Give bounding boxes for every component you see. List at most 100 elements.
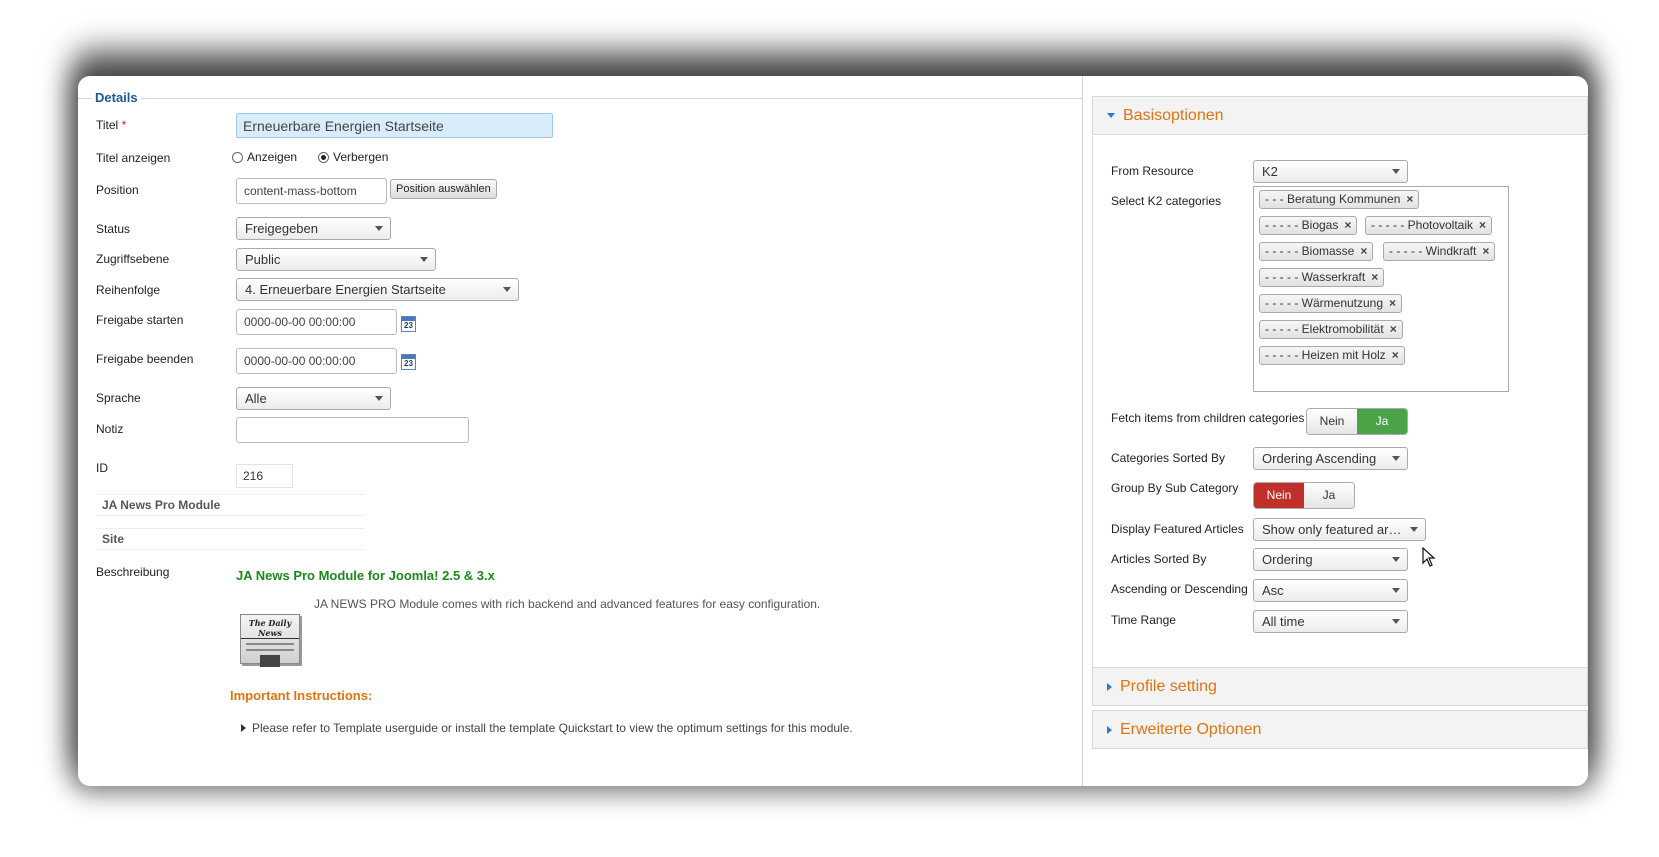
category-chip[interactable]: - - - - - Photovoltaik ×: [1365, 216, 1493, 235]
k2-categories-multiselect[interactable]: - - - Beratung Kommunen × - - - - - Bioga…: [1253, 186, 1509, 392]
status-select[interactable]: Freigegeben: [236, 217, 391, 240]
access-label: Zugriffsebene: [96, 252, 170, 266]
group-by-toggle[interactable]: Nein Ja: [1253, 482, 1355, 509]
show-title-label: Titel anzeigen: [96, 151, 171, 165]
note-label: Notiz: [96, 422, 124, 436]
mouse-pointer-icon: [1422, 547, 1436, 567]
categories-sorted-label: Categories Sorted By: [1111, 451, 1226, 465]
select-position-button[interactable]: Position auswählen: [390, 179, 497, 199]
close-icon[interactable]: ×: [1482, 243, 1489, 260]
chevron-down-icon: [503, 287, 511, 292]
close-icon[interactable]: ×: [1390, 321, 1397, 338]
description-text: JA NEWS PRO Module comes with rich backe…: [314, 597, 821, 611]
category-chip[interactable]: - - - - - Biomasse ×: [1259, 242, 1374, 261]
chevron-down-icon: [375, 226, 383, 231]
chevron-down-icon: [1392, 619, 1400, 624]
toggle-yes[interactable]: Ja: [1304, 483, 1354, 508]
category-chip[interactable]: - - - - - Elektromobilität ×: [1259, 320, 1403, 339]
options-panel: Basisoptionen From Resource K2 Select K2…: [1092, 76, 1588, 786]
calendar-icon[interactable]: 23: [401, 354, 416, 370]
show-title-radio-hide[interactable]: Verbergen: [318, 150, 388, 164]
instruction-item: Please refer to Template userguide or in…: [241, 721, 853, 735]
note-input[interactable]: [236, 417, 469, 443]
articles-sorted-label: Articles Sorted By: [1111, 552, 1207, 566]
publish-up-input[interactable]: 0000-00-00 00:00:00: [236, 309, 397, 335]
toggle-yes[interactable]: Ja: [1357, 409, 1407, 434]
access-select[interactable]: Public: [236, 248, 436, 271]
category-chip[interactable]: - - - - - Wärmenutzung ×: [1259, 294, 1403, 313]
close-icon[interactable]: ×: [1389, 295, 1396, 312]
newspaper-icon: The Daily News: [240, 614, 300, 667]
time-range-select[interactable]: All time: [1253, 610, 1408, 633]
collapsed-arrow-icon: [1107, 682, 1112, 691]
from-resource-label: From Resource: [1111, 164, 1194, 178]
close-icon[interactable]: ×: [1344, 217, 1351, 234]
basic-options-body: From Resource K2 Select K2 categories - …: [1092, 136, 1588, 669]
category-chip[interactable]: - - - - - Biogas ×: [1259, 216, 1358, 235]
chevron-down-icon: [375, 396, 383, 401]
bullet-arrow-icon: [241, 724, 246, 732]
k2-categories-label: Select K2 categories: [1111, 194, 1222, 208]
position-label: Position: [96, 183, 139, 197]
close-icon[interactable]: ×: [1479, 217, 1486, 234]
toggle-no[interactable]: Nein: [1254, 483, 1304, 508]
language-select[interactable]: Alle: [236, 387, 391, 410]
details-fieldset-border: [78, 98, 1082, 99]
publish-up-label: Freigabe starten: [96, 313, 184, 327]
categories-sorted-select[interactable]: Ordering Ascending: [1253, 447, 1408, 470]
module-editor-window: Details Titel * Erneuerbare Energien Sta…: [78, 76, 1588, 786]
close-icon[interactable]: ×: [1406, 191, 1413, 208]
description-title: JA News Pro Module for Joomla! 2.5 & 3.x: [236, 568, 495, 583]
collapsed-arrow-icon: [1107, 725, 1112, 734]
publish-down-input[interactable]: 0000-00-00 00:00:00: [236, 348, 397, 374]
time-range-label: Time Range: [1111, 613, 1176, 627]
direction-select[interactable]: Asc: [1253, 579, 1408, 602]
articles-sorted-select[interactable]: Ordering: [1253, 548, 1408, 571]
chevron-down-icon: [1392, 169, 1400, 174]
category-chip[interactable]: - - - Beratung Kommunen ×: [1259, 190, 1420, 209]
chevron-down-icon: [1392, 588, 1400, 593]
chevron-down-icon: [1392, 557, 1400, 562]
required-marker: *: [121, 118, 127, 132]
title-label: Titel *: [96, 118, 127, 132]
position-input[interactable]: content-mass-bottom: [236, 178, 387, 204]
chevron-down-icon: [1392, 456, 1400, 461]
title-input[interactable]: Erneuerbare Energien Startseite: [236, 113, 553, 138]
close-icon[interactable]: ×: [1392, 347, 1399, 364]
fetch-children-label: Fetch items from children categories: [1111, 411, 1305, 425]
direction-label: Ascending or Descending: [1111, 582, 1248, 596]
publish-down-label: Freigabe beenden: [96, 352, 194, 366]
language-label: Sprache: [96, 391, 141, 405]
radio-selected-icon: [318, 151, 329, 163]
from-resource-select[interactable]: K2: [1253, 160, 1408, 183]
radio-icon: [232, 151, 243, 163]
expanded-arrow-icon: [1107, 113, 1115, 118]
details-panel: Details Titel * Erneuerbare Energien Sta…: [78, 76, 1083, 786]
featured-label: Display Featured Articles: [1111, 522, 1244, 536]
calendar-icon[interactable]: 23: [401, 316, 416, 332]
module-type: JA News Pro Module: [96, 494, 364, 516]
accordion-basic-options[interactable]: Basisoptionen: [1092, 96, 1588, 135]
accordion-profile-setting[interactable]: Profile setting: [1092, 667, 1588, 706]
accordion-advanced-options[interactable]: Erweiterte Optionen: [1092, 710, 1588, 749]
fetch-children-toggle[interactable]: Nein Ja: [1306, 408, 1408, 435]
chevron-down-icon: [420, 257, 428, 262]
important-heading: Important Instructions:: [230, 688, 373, 703]
ordering-label: Reihenfolge: [96, 283, 161, 297]
id-value: 216: [236, 464, 293, 488]
chevron-down-icon: [1410, 527, 1418, 532]
category-chip[interactable]: - - - - - Wasserkraft ×: [1259, 268, 1385, 287]
status-label: Status: [96, 222, 131, 236]
show-title-radio-show[interactable]: Anzeigen: [232, 150, 297, 164]
close-icon[interactable]: ×: [1360, 243, 1367, 260]
description-label: Beschreibung: [96, 565, 170, 579]
category-chip[interactable]: - - - - - Heizen mit Holz ×: [1259, 346, 1405, 365]
module-client: Site: [96, 528, 364, 550]
details-legend: Details: [92, 90, 141, 105]
ordering-select[interactable]: 4. Erneuerbare Energien Startseite: [236, 278, 519, 301]
toggle-no[interactable]: Nein: [1307, 409, 1357, 434]
featured-select[interactable]: Show only featured arti...: [1253, 518, 1426, 541]
id-label: ID: [96, 461, 108, 475]
category-chip[interactable]: - - - - - Windkraft ×: [1383, 242, 1496, 261]
close-icon[interactable]: ×: [1371, 269, 1378, 286]
